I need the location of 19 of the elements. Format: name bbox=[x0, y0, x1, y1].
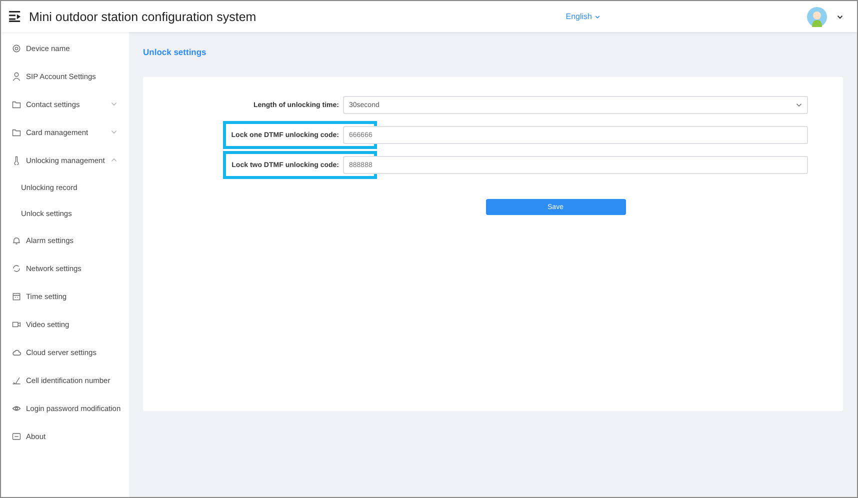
sidebar-icon bbox=[12, 376, 21, 384]
sidebar-icon bbox=[12, 320, 21, 328]
sidebar-icon bbox=[12, 404, 21, 412]
sidebar-icon bbox=[12, 128, 21, 136]
sidebar-icon bbox=[12, 44, 21, 52]
page-title: Unlock settings bbox=[143, 47, 208, 59]
chevron-down-icon[interactable] bbox=[595, 14, 600, 18]
sidebar-icon bbox=[12, 292, 21, 300]
sidebar-icon bbox=[12, 100, 21, 108]
sidebar-icon bbox=[12, 432, 21, 440]
chevron-down-icon[interactable] bbox=[796, 103, 802, 107]
sidebar-icon bbox=[12, 236, 21, 244]
app-title: Mini outdoor station configuration system bbox=[29, 10, 256, 24]
sidebar-icon bbox=[12, 72, 21, 80]
sidebar-icon bbox=[12, 264, 21, 272]
sidebar-icon bbox=[12, 348, 21, 356]
sidebar-icon bbox=[12, 156, 21, 164]
caret-icon[interactable] bbox=[837, 14, 843, 18]
menu-icon[interactable] bbox=[9, 11, 22, 22]
